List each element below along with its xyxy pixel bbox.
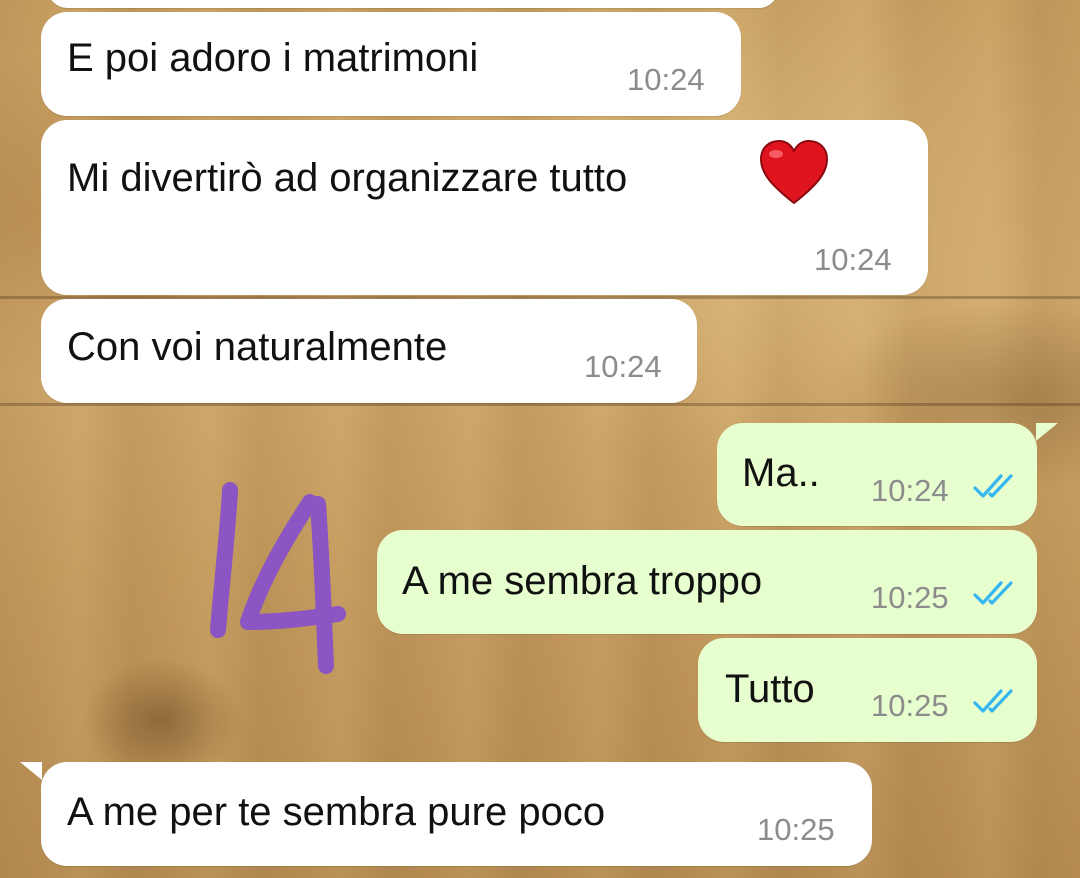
message-text: Mi divertirò ad organizzare tutto [67, 156, 628, 200]
message-time: 10:24 [871, 473, 949, 508]
message-bubble-incoming[interactable]: E poi adoro i matrimoni 10:24 [41, 12, 741, 116]
message-time: 10:24 [584, 349, 662, 384]
bubble-tail [1036, 423, 1058, 441]
message-time: 10:25 [871, 580, 949, 615]
message-time: 10:25 [757, 812, 835, 847]
message-bubble-incoming[interactable]: Mi divertirò ad organizzare tutto 10:24 [41, 120, 928, 295]
message-bubble-outgoing[interactable]: A me sembra troppo 10:25 [377, 530, 1037, 634]
double-check-icon [973, 474, 1013, 498]
handwritten-annotation-14: 14 [210, 482, 346, 674]
red-heart-emoji [759, 140, 829, 205]
message-text: Con voi naturalmente [67, 325, 448, 369]
previous-message-bubble[interactable] [48, 0, 778, 8]
bubble-tail [20, 762, 42, 780]
message-text: Ma.. [742, 451, 820, 495]
message-bubble-outgoing[interactable]: Ma.. 10:24 [717, 423, 1037, 526]
message-text: Tutto [725, 667, 815, 711]
message-text: A me sembra troppo [402, 559, 763, 603]
message-time: 10:24 [627, 62, 705, 97]
message-bubble-incoming[interactable]: A me per te sembra pure poco 10:25 [41, 762, 872, 866]
double-check-icon [973, 581, 1013, 605]
message-text: A me per te sembra pure poco [67, 790, 606, 834]
message-text: E poi adoro i matrimoni [67, 36, 479, 80]
message-time: 10:25 [871, 688, 949, 723]
message-bubble-incoming[interactable]: Con voi naturalmente 10:24 [41, 299, 697, 403]
wallpaper-seam [0, 403, 1080, 406]
message-time: 10:24 [814, 242, 892, 277]
double-check-icon [973, 689, 1013, 713]
message-bubble-outgoing[interactable]: Tutto 10:25 [698, 638, 1037, 742]
